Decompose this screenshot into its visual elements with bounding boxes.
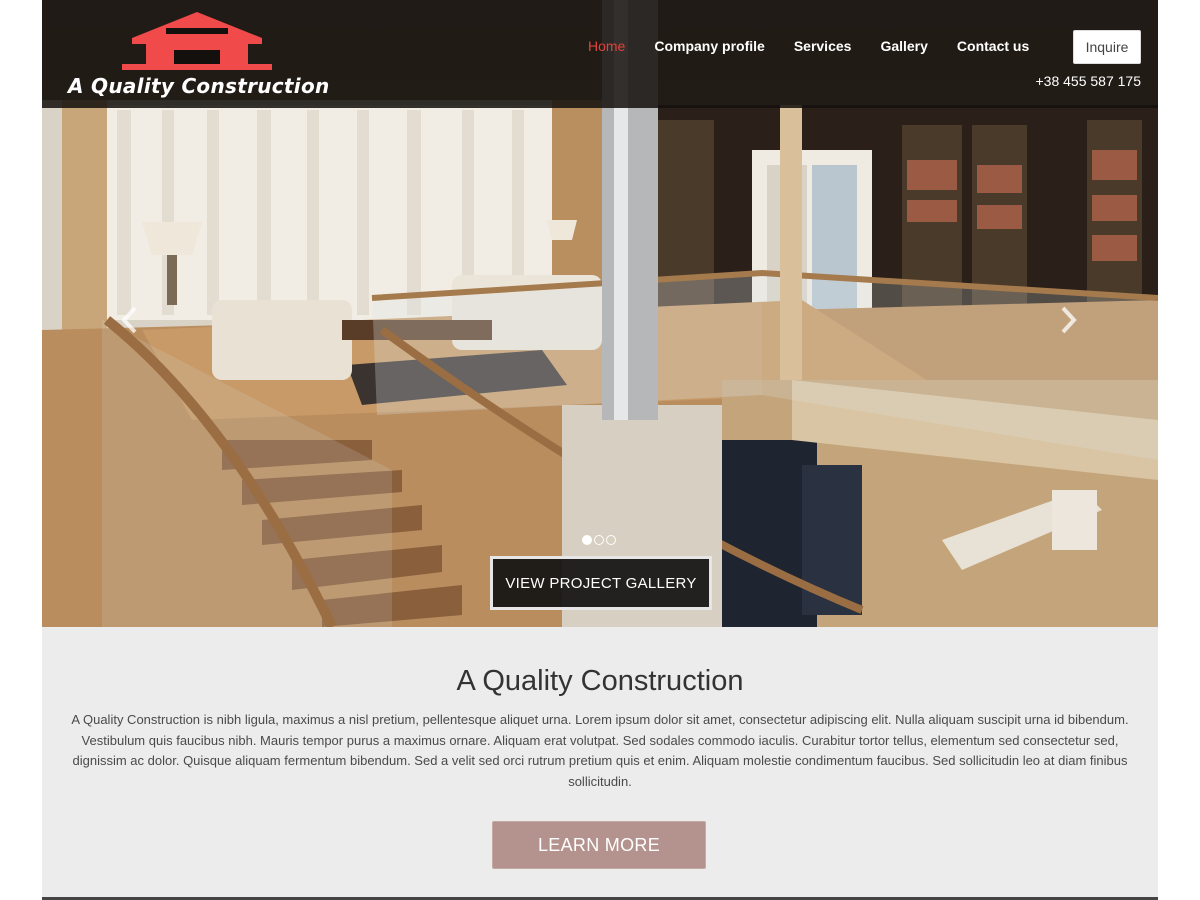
carousel-dot[interactable] — [594, 535, 604, 545]
intro-paragraph: A Quality Construction is nibh ligula, m… — [71, 712, 1129, 789]
logo[interactable]: A Quality Construction — [64, 10, 329, 102]
learn-more-button[interactable]: LEARN MORE — [492, 821, 706, 869]
carousel-indicators — [582, 535, 616, 545]
site-header: A Quality Construction Home Company prof… — [42, 0, 1158, 108]
carousel-prev-button[interactable] — [114, 300, 144, 340]
chevron-left-icon — [121, 306, 137, 334]
nav-item-company-profile[interactable]: Company profile — [654, 38, 764, 54]
nav-item-home[interactable]: Home — [588, 38, 625, 54]
house-logo-icon — [122, 12, 272, 70]
chevron-right-icon — [1061, 306, 1077, 334]
carousel-dot[interactable] — [582, 535, 592, 545]
intro-section: A Quality Construction A Quality Constru… — [42, 627, 1158, 900]
section-title: A Quality Construction — [456, 665, 744, 697]
main-nav: Home Company profile Services Gallery Co… — [588, 38, 1058, 54]
carousel-next-button[interactable] — [1054, 300, 1084, 340]
carousel-dot[interactable] — [606, 535, 616, 545]
nav-item-services[interactable]: Services — [794, 38, 852, 54]
phone-number: +38 455 587 175 — [1035, 73, 1142, 89]
view-project-gallery-button[interactable]: VIEW PROJECT GALLERY — [490, 556, 712, 610]
brand-name: A Quality Construction — [68, 74, 330, 98]
page: A Quality Construction Home Company prof… — [42, 0, 1158, 900]
inquire-button[interactable]: Inquire — [1073, 30, 1141, 64]
nav-item-gallery[interactable]: Gallery — [880, 38, 927, 54]
nav-item-contact-us[interactable]: Contact us — [957, 38, 1029, 54]
hero-carousel: A Quality Construction Home Company prof… — [42, 0, 1158, 627]
